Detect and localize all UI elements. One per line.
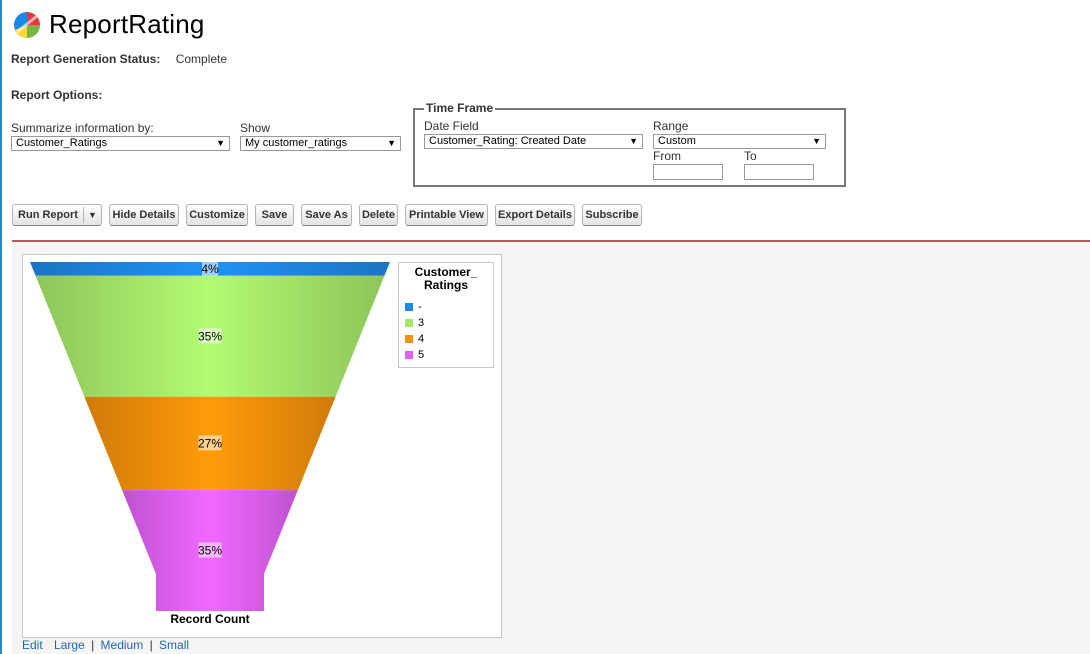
customize-button[interactable]: Customize: [186, 204, 248, 226]
date-field-chevron-down-icon: ▼: [629, 136, 638, 146]
status-label: Report Generation Status:: [11, 52, 161, 66]
range-chevron-down-icon: ▼: [812, 136, 821, 146]
show-label: Show: [240, 121, 271, 135]
data-label: 27%: [198, 436, 222, 450]
chart-small-link[interactable]: Small: [159, 638, 189, 652]
data-label: 35%: [198, 544, 222, 558]
report-page: ReportRating Report Generation Status: C…: [0, 0, 1090, 654]
x-axis-label: Record Count: [170, 612, 249, 626]
link-separator: |: [149, 638, 153, 652]
legend-item: 5: [405, 349, 424, 361]
legend-label: 3: [418, 317, 425, 329]
legend-swatch: [405, 303, 413, 311]
show-select-value: My customer_ratings: [245, 137, 348, 149]
delete-button[interactable]: Delete: [359, 204, 398, 226]
subscribe-button[interactable]: Subscribe: [582, 204, 642, 226]
export-details-button[interactable]: Export Details: [495, 204, 575, 226]
date-field-label: Date Field: [424, 119, 479, 133]
legend-item: -: [405, 301, 422, 313]
run-report-button[interactable]: Run Report: [13, 205, 83, 225]
status-value: Complete: [175, 52, 228, 66]
legend-title: Customer_ Ratings: [414, 265, 478, 292]
summarize-select[interactable]: Customer_Ratings ▼: [11, 136, 230, 151]
page-left-border: [0, 0, 2, 654]
hide-details-button[interactable]: Hide Details: [109, 204, 179, 226]
summarize-select-value: Customer_Ratings: [16, 137, 108, 149]
time-frame-legend: Time Frame: [424, 101, 496, 115]
range-select-value: Custom: [658, 135, 696, 147]
from-label: From: [653, 149, 681, 163]
chart-medium-link[interactable]: Medium: [101, 638, 144, 652]
run-report-button-group: Run Report ▼: [12, 204, 102, 226]
link-separator: |: [91, 638, 95, 652]
save-button[interactable]: Save: [255, 204, 294, 226]
legend-swatch: [405, 351, 413, 359]
chart-large-link[interactable]: Large: [54, 638, 85, 652]
legend-label: -: [418, 301, 422, 313]
summarize-label: Summarize information by:: [11, 121, 154, 135]
legend-label: 5: [418, 349, 425, 361]
to-date-input[interactable]: [744, 164, 814, 180]
report-status: Report Generation Status: Complete: [11, 52, 227, 66]
legend-swatch: [405, 335, 413, 343]
printable-view-button[interactable]: Printable View: [405, 204, 488, 226]
legend-item: 3: [405, 317, 424, 329]
data-label: 35%: [198, 329, 222, 343]
show-chevron-down-icon: ▼: [387, 138, 396, 148]
date-field-select[interactable]: Customer_Rating: Created Date ▼: [424, 134, 643, 149]
report-options-title: Report Options:: [11, 88, 103, 102]
range-label: Range: [653, 119, 689, 133]
date-field-select-value: Customer_Rating: Created Date: [429, 135, 587, 147]
legend-swatch: [405, 319, 413, 327]
save-as-button[interactable]: Save As: [301, 204, 352, 226]
from-date-input[interactable]: [653, 164, 723, 180]
report-logo-icon: [13, 12, 40, 38]
run-report-dropdown-chevron-down-icon[interactable]: ▼: [84, 205, 101, 225]
legend-label: 4: [418, 333, 425, 345]
range-select[interactable]: Custom ▼: [653, 134, 826, 149]
edit-chart-link[interactable]: Edit: [22, 638, 43, 652]
show-select[interactable]: My customer_ratings ▼: [240, 136, 401, 151]
chart-size-links: Edit Large | Medium | Small: [22, 638, 189, 652]
legend-item: 4: [405, 333, 424, 345]
chart-legend: Customer_ Ratings - 3 4 5: [398, 262, 494, 368]
to-label: To: [744, 149, 757, 163]
page-header: ReportRating: [11, 4, 205, 44]
summarize-chevron-down-icon: ▼: [216, 138, 225, 148]
page-title: ReportRating: [49, 8, 205, 39]
data-label: 4%: [201, 262, 219, 276]
